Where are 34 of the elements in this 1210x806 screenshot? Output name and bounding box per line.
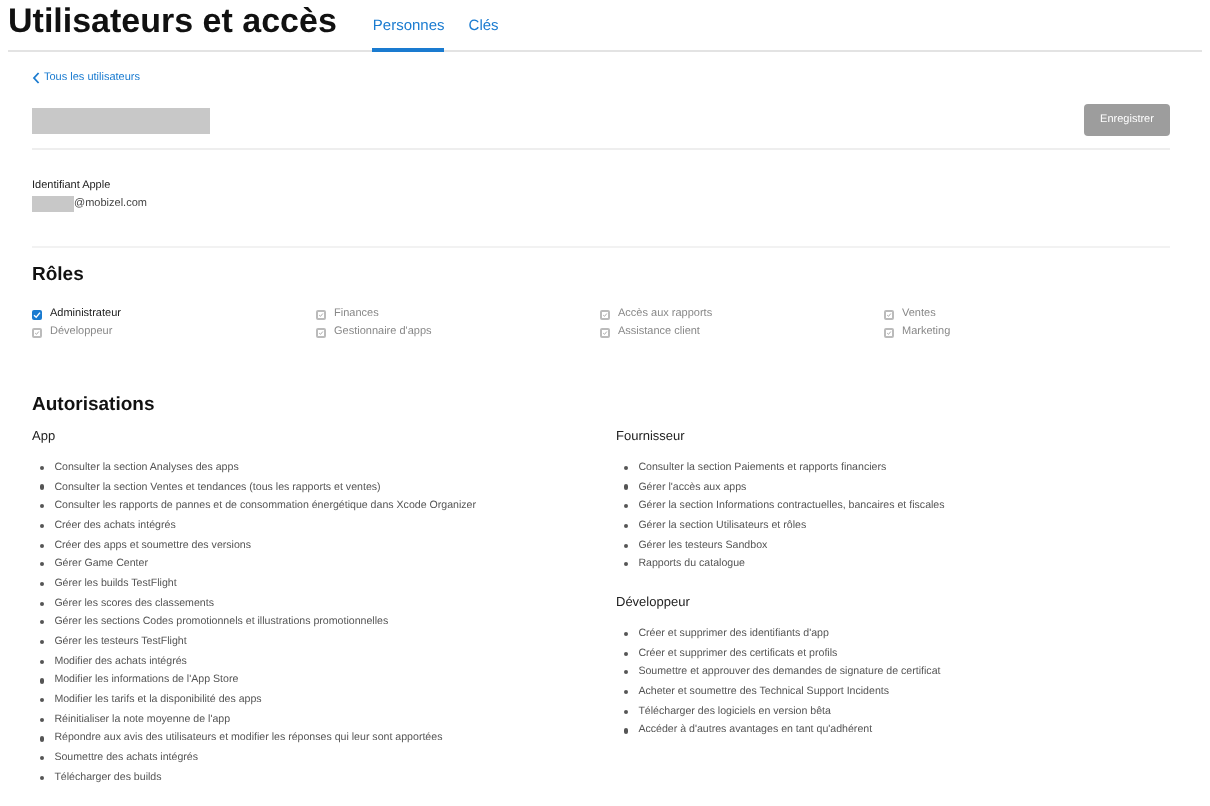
- bullet-icon: [40, 775, 45, 780]
- bullet-icon: [624, 523, 629, 528]
- bullet-icon: [624, 465, 629, 470]
- bullet-icon: [624, 728, 629, 733]
- bullet-icon: [40, 465, 45, 470]
- bullet-icon: [40, 659, 45, 664]
- bullet-icon: [40, 581, 45, 587]
- bullet-icon: [624, 709, 629, 714]
- bullet-icon: [40, 562, 45, 567]
- chevron-left-icon: [32, 72, 40, 84]
- bullet-icon: [624, 670, 629, 675]
- bullet-icon: [40, 620, 45, 625]
- page-title: Utilisateurs et accès: [8, 2, 337, 42]
- bullet-icon: [624, 689, 629, 695]
- bullet-icon: [624, 484, 629, 490]
- bullet-icon: [40, 484, 45, 490]
- bullet-icon: [40, 601, 45, 606]
- bullet-icon: [40, 504, 45, 509]
- bullet-icon: [624, 631, 629, 637]
- bullet-icon: [40, 698, 45, 703]
- bullet-icon: [40, 678, 45, 683]
- bullet-icon: [40, 639, 45, 645]
- bullet-icon: [40, 523, 45, 528]
- bullet-icon: [40, 543, 45, 548]
- section-heading: Autorisations: [32, 394, 157, 416]
- bullet-icon: [624, 543, 629, 548]
- bullet-icon: [40, 756, 45, 761]
- bullet-icon: [624, 651, 629, 656]
- redacted-bar: [32, 196, 74, 212]
- section-heading: Rôles: [32, 264, 86, 286]
- bullet-icon: [40, 717, 45, 722]
- bullet-icon: [624, 562, 629, 567]
- bullet-icon: [40, 736, 45, 742]
- bullet-icon: [624, 504, 629, 509]
